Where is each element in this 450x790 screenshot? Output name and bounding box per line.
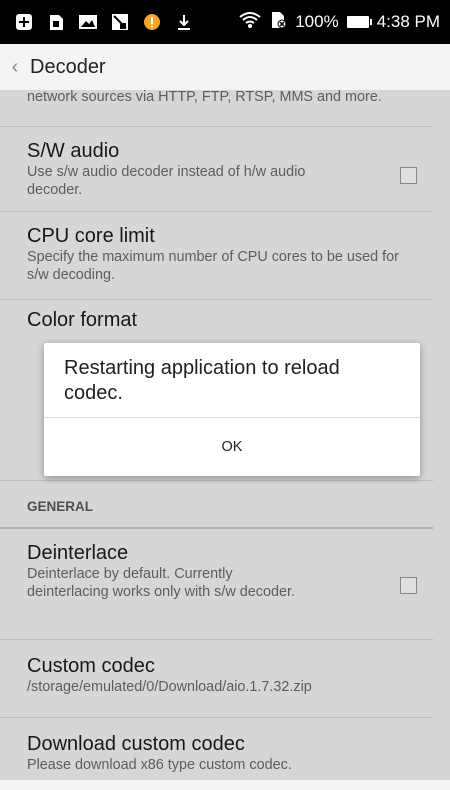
dialog-message: Restarting application to reload codec. — [64, 357, 340, 404]
gallery-icon — [78, 13, 98, 31]
notification-icons — [0, 13, 194, 31]
wifi-icon — [239, 11, 261, 34]
screenshot-icon — [110, 13, 130, 31]
app-bar: ‹ Decoder — [0, 44, 450, 90]
battery-icon — [346, 16, 372, 28]
add-icon — [14, 13, 34, 31]
ok-button[interactable]: OK — [44, 418, 420, 476]
no-sim-icon — [269, 11, 287, 34]
clock: 4:38 PM — [376, 12, 440, 31]
status-bar: 100% 4:38 PM — [0, 0, 450, 44]
sim-card-icon — [46, 13, 66, 31]
battery-percent: 100% — [295, 12, 339, 31]
page-title: Decoder — [30, 55, 106, 78]
back-chevron-icon[interactable]: ‹ — [0, 56, 30, 79]
restart-dialog: Restarting application to reload codec. … — [44, 343, 420, 476]
download-icon — [174, 13, 194, 31]
alert-icon — [142, 13, 162, 31]
